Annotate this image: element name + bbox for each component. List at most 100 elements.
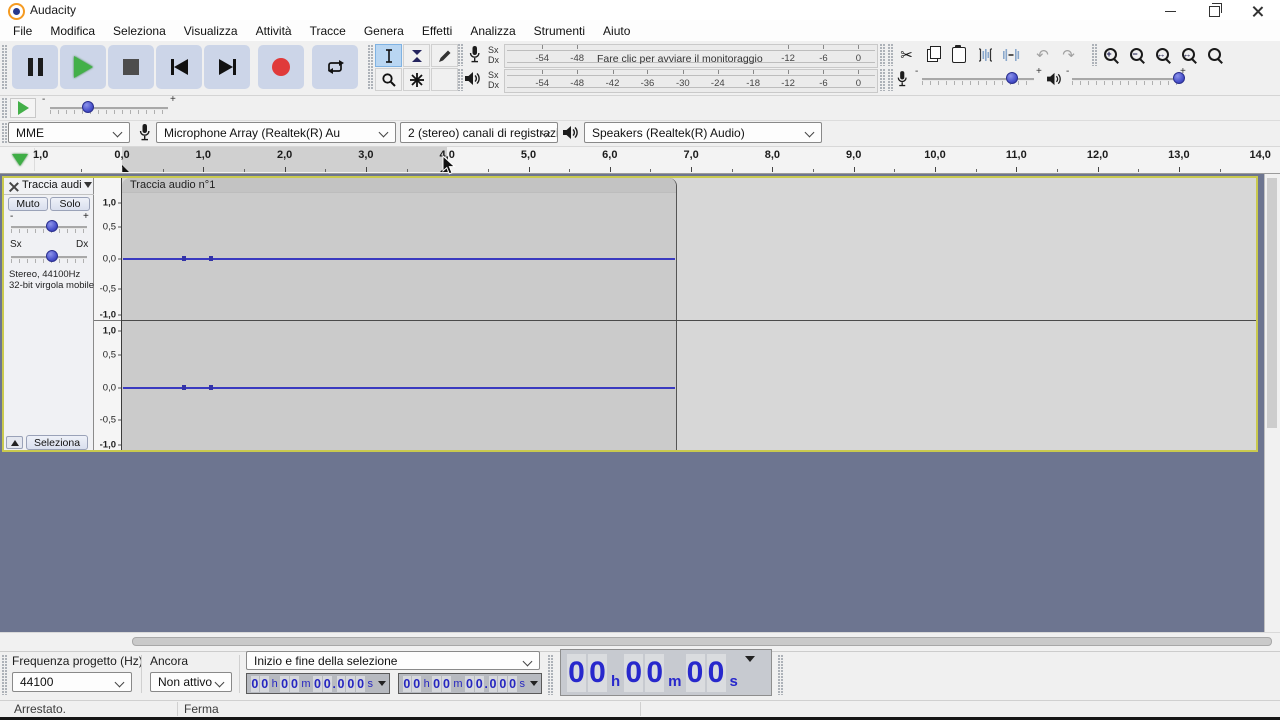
big-time-digit[interactable]: 0 [567,654,586,692]
time-unit[interactable]: m [301,678,310,690]
toolbar-grip[interactable] [880,69,885,91]
cut-button[interactable]: ✂ [894,44,919,66]
track-close-button[interactable] [8,181,20,193]
selection-mode-select[interactable]: Inizio e fine della selezione [246,651,540,670]
time-field-caret-icon[interactable] [530,681,538,686]
time-unit[interactable]: s [368,678,374,690]
track-select-button[interactable]: Seleziona [26,435,88,450]
recording-volume-slider[interactable] [922,71,1034,87]
gain-slider[interactable] [11,219,87,235]
play-speed-slider[interactable] [50,100,168,116]
time-digit[interactable]: 0 [412,676,421,692]
fit-project-button[interactable]: ↔ [1176,44,1201,66]
track-collapse-button[interactable] [6,436,23,449]
multi-tool-button[interactable] [403,68,430,91]
slider-thumb[interactable] [1006,72,1018,84]
envelope-tool-button[interactable] [403,44,430,67]
time-digit[interactable]: 0 [498,676,507,692]
time-digit[interactable]: 0 [356,676,365,692]
menu-visualizza[interactable]: Visualizza [175,21,247,41]
menu-tracce[interactable]: Tracce [301,21,355,41]
toolbar-grip[interactable] [368,45,373,89]
toolbar-grip[interactable] [2,123,7,143]
time-digit[interactable]: 0 [260,676,269,692]
time-digit[interactable]: 0 [313,676,322,692]
time-unit[interactable]: m [453,678,462,690]
zoom-tool-button[interactable] [375,68,402,91]
redo-button[interactable]: ↷ [1056,44,1081,66]
snap-select[interactable]: Non attivo [150,672,232,692]
big-time-unit[interactable]: h [611,673,620,695]
play-at-speed-button[interactable] [10,98,36,118]
timeline-ruler[interactable]: 1,00,01,02,03,04,05,06,07,08,09,010,011,… [0,147,1280,174]
menu-seleziona[interactable]: Seleziona [104,21,175,41]
silence-audio-button[interactable] [998,44,1023,66]
audio-clip[interactable] [122,178,677,450]
close-button[interactable] [1236,0,1280,22]
track-name-menu[interactable]: Traccia audi [22,179,92,191]
big-time-digit[interactable]: 0 [624,654,643,692]
big-time-caret-icon[interactable] [745,656,755,662]
zoom-out-button[interactable]: − [1124,44,1149,66]
draw-tool-button[interactable] [431,44,458,67]
record-button[interactable] [258,45,304,89]
track-area-background[interactable]: Traccia audi Muto Solo - + Sx Dx Stereo,… [0,174,1280,632]
paste-button[interactable] [946,44,971,66]
solo-button[interactable]: Solo [50,197,90,211]
skip-to-start-button[interactable] [156,45,202,89]
time-digit[interactable]: 0 [346,676,355,692]
vertical-scrollbar-thumb[interactable] [1267,178,1277,428]
toolbar-grip[interactable] [458,69,463,91]
time-digit[interactable]: 0 [280,676,289,692]
selection-start-time-field[interactable]: 00h00m00.000s [246,673,390,694]
fit-selection-button[interactable]: ↔ [1150,44,1175,66]
menu-analizza[interactable]: Analizza [461,21,524,41]
time-unit[interactable]: h [272,678,278,690]
zoom-in-button[interactable]: + [1098,44,1123,66]
big-time-digit[interactable]: 0 [707,654,726,692]
copy-button[interactable] [920,44,945,66]
minimize-button[interactable] [1148,0,1192,22]
vertical-scale-ruler[interactable]: 1,00,50,0-0,5-1,01,00,50,0-0,5-1,0 [94,178,121,450]
time-digit[interactable]: 0 [403,676,412,692]
toolbar-grip[interactable] [1092,44,1097,66]
zoom-toggle-button[interactable] [1202,44,1227,66]
pinned-play-head-button[interactable] [6,148,35,171]
toolbar-grip[interactable] [888,44,893,66]
time-digit[interactable]: 0 [465,676,474,692]
menu-modifica[interactable]: Modifica [41,21,104,41]
big-time-digit[interactable]: 0 [645,654,664,692]
audio-host-select[interactable]: MME [8,122,130,143]
play-button[interactable] [60,45,106,89]
audio-position-display[interactable]: 00h00m00s [560,649,772,696]
menu-effetti[interactable]: Effetti [413,21,461,41]
recording-meter[interactable]: Fare clic per avviare il monitoraggio -5… [504,44,878,68]
time-unit[interactable]: s [520,678,526,690]
toolbar-grip[interactable] [2,98,7,118]
slider-thumb[interactable] [82,101,94,113]
selection-tool-button[interactable] [375,44,402,67]
restore-button[interactable] [1192,0,1236,22]
horizontal-scrollbar-thumb[interactable] [132,637,1272,646]
time-separator[interactable]: . [484,677,488,691]
time-digit[interactable]: 0 [251,676,260,692]
undo-button[interactable]: ↶ [1030,44,1055,66]
time-field-caret-icon[interactable] [378,681,386,686]
time-digit[interactable]: 0 [475,676,484,692]
selection-end-time-field[interactable]: 00h00m00.000s [398,673,542,694]
time-digit[interactable]: 0 [508,676,517,692]
toolbar-grip[interactable] [548,655,553,695]
toolbar-grip[interactable] [458,44,463,66]
audio-track[interactable]: Traccia audi Muto Solo - + Sx Dx Stereo,… [2,176,1258,452]
timeline-scale[interactable]: 1,00,01,02,03,04,05,06,07,08,09,010,011,… [38,147,1262,172]
time-digit[interactable]: 0 [489,676,498,692]
pan-slider[interactable] [11,249,87,265]
recording-channels-select[interactable]: 2 (stereo) canali di registrazi [400,122,558,143]
toolbar-grip[interactable] [888,69,893,91]
time-digit[interactable]: 0 [337,676,346,692]
time-digit[interactable]: 0 [290,676,299,692]
toolbar-grip[interactable] [2,45,7,89]
loop-button[interactable] [312,45,358,89]
time-digit[interactable]: 0 [442,676,451,692]
time-digit[interactable]: 0 [432,676,441,692]
